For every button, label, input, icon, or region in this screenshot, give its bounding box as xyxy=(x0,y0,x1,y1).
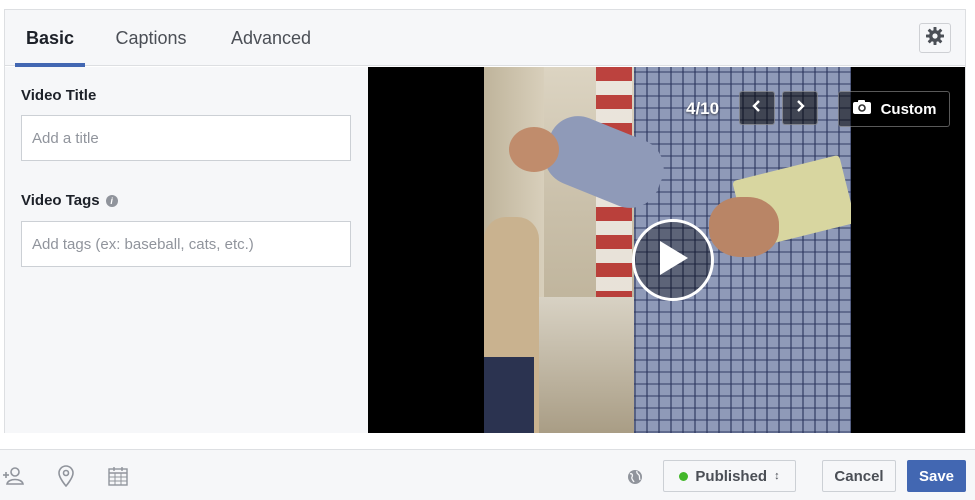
footer-bar: Published ↕ Cancel Save xyxy=(0,449,975,500)
video-preview: 4/10 Custom xyxy=(368,67,965,433)
previous-thumbnail-button[interactable] xyxy=(739,91,775,125)
video-tags-label: Video Tags xyxy=(21,192,100,209)
tab-basic[interactable]: Basic xyxy=(15,10,85,67)
tab-advanced[interactable]: Advanced xyxy=(228,10,314,66)
camera-icon xyxy=(852,99,872,119)
play-button[interactable] xyxy=(632,219,714,301)
basic-panel: Video Title Video Tags i xyxy=(5,67,368,433)
settings-button[interactable] xyxy=(919,23,951,53)
gear-icon xyxy=(925,26,945,51)
published-status-dot xyxy=(679,471,689,481)
custom-label: Custom xyxy=(880,100,937,118)
location-icon[interactable] xyxy=(55,465,77,487)
chevron-right-icon xyxy=(794,99,806,118)
video-editor-dialog: Basic Captions Advanced Video Title Add … xyxy=(4,9,966,433)
video-title-label: Video Title xyxy=(21,87,97,104)
chevron-left-icon xyxy=(751,99,763,118)
status-label: Published xyxy=(695,467,768,485)
info-icon[interactable]: i xyxy=(105,194,118,207)
tab-bar: Basic Captions Advanced xyxy=(5,10,965,67)
thumbnail-counter: 4/10 xyxy=(686,99,720,118)
play-icon xyxy=(656,239,690,282)
globe-icon xyxy=(624,466,646,488)
next-thumbnail-button[interactable] xyxy=(782,91,818,125)
tag-people-icon[interactable] xyxy=(2,465,24,487)
sort-caret-icon: ↕ xyxy=(774,470,780,482)
video-tags-label-row: Video Tags i xyxy=(21,192,118,209)
save-button[interactable]: Save xyxy=(907,460,966,492)
cancel-button[interactable]: Cancel xyxy=(822,460,896,492)
tab-captions[interactable]: Captions xyxy=(114,10,188,66)
calendar-icon[interactable] xyxy=(107,465,129,487)
video-title-input[interactable] xyxy=(21,115,351,161)
custom-thumbnail-button[interactable]: Custom xyxy=(838,91,950,127)
video-tags-input[interactable] xyxy=(21,221,351,267)
privacy-status-dropdown[interactable]: Published ↕ xyxy=(663,460,796,492)
